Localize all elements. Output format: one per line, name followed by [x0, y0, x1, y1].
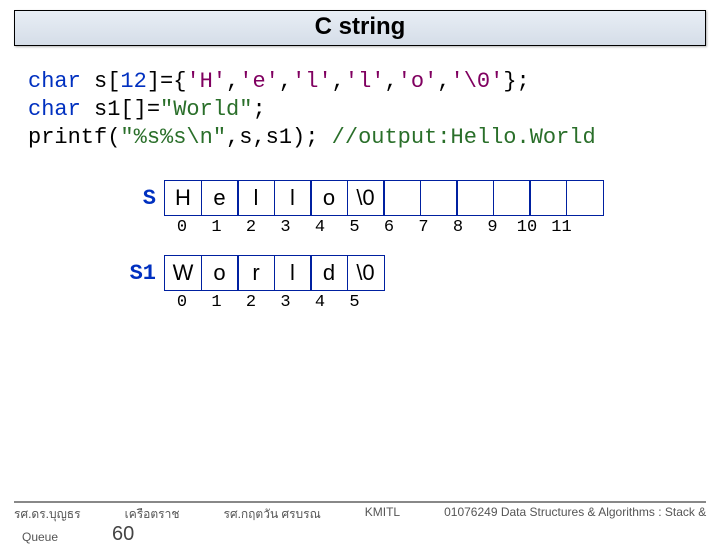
code-txt: ]={ — [147, 69, 187, 94]
array-index: 5 — [337, 218, 373, 237]
array-index: 9 — [475, 218, 511, 237]
array-s1-indices: 012345 — [164, 293, 720, 312]
code-txt: }; — [503, 69, 529, 94]
array-cell: e — [201, 180, 239, 216]
array-index: 8 — [440, 218, 476, 237]
array-cell: W — [164, 255, 202, 291]
code-str: "World" — [160, 97, 252, 122]
footer-a3: รศ.กฤตวัน ศรบรณ — [224, 505, 321, 524]
array-index: 11 — [544, 218, 580, 237]
array-s-cells: Hello\0 — [164, 180, 604, 216]
array-index: 3 — [268, 218, 304, 237]
array-diagrams: S Hello\0 01234567891011 S1 World\0 0123… — [120, 180, 720, 312]
array-cell — [566, 180, 604, 216]
array-index: 2 — [233, 293, 269, 312]
array-cell — [493, 180, 531, 216]
array-index: 3 — [268, 293, 304, 312]
array-index: 5 — [337, 293, 373, 312]
array-s-label: S — [120, 186, 156, 211]
array-s1-cells: World\0 — [164, 255, 385, 291]
array-cell — [420, 180, 458, 216]
footer-org: KMITL — [365, 505, 400, 524]
code-kw: char — [28, 97, 81, 122]
array-cell — [383, 180, 421, 216]
array-index: 7 — [406, 218, 442, 237]
array-s1-row: S1 World\0 — [120, 255, 720, 291]
array-index: 10 — [509, 218, 545, 237]
code-str: "%s%s\n" — [120, 125, 226, 150]
code-char: 'H' — [186, 69, 226, 94]
code-char: 'o' — [398, 69, 438, 94]
array-cell — [456, 180, 494, 216]
code-txt: , — [279, 69, 292, 94]
slide-footer: รศ.ดร.บุญธร เครือตราช รศ.กฤตวัน ศรบรณ KM… — [14, 501, 706, 524]
footer-course: 01076249 Data Structures & Algorithms : … — [444, 505, 706, 524]
code-txt: printf( — [28, 125, 120, 150]
array-s-indices: 01234567891011 — [164, 218, 720, 237]
array-index: 1 — [199, 293, 235, 312]
array-index: 2 — [233, 218, 269, 237]
code-txt: ; — [252, 97, 265, 122]
slide-title-bar: C string — [14, 10, 706, 46]
array-s-row: S Hello\0 — [120, 180, 720, 216]
array-s1-label: S1 — [120, 261, 156, 286]
code-char: '\0' — [451, 69, 504, 94]
code-txt: , — [332, 69, 345, 94]
array-index: 0 — [164, 293, 200, 312]
array-index: 6 — [371, 218, 407, 237]
code-txt: ,s,s1); — [226, 125, 332, 150]
array-cell: r — [237, 255, 275, 291]
code-char: 'l' — [292, 69, 332, 94]
code-char: 'e' — [239, 69, 279, 94]
page-number: 60 — [112, 523, 134, 546]
array-cell: \0 — [347, 255, 385, 291]
code-comment: //output:Hello.World — [332, 125, 596, 150]
array-cell: \0 — [347, 180, 385, 216]
array-cell: l — [274, 180, 312, 216]
array-cell: o — [201, 255, 239, 291]
code-txt: s[ — [81, 69, 121, 94]
array-cell — [529, 180, 567, 216]
code-txt: , — [437, 69, 450, 94]
code-block: char s[12]={'H','e','l','l','o','\0'}; c… — [28, 68, 706, 152]
footer-a2: เครือตราช — [125, 505, 180, 524]
code-txt: , — [226, 69, 239, 94]
array-index: 4 — [302, 218, 338, 237]
array-cell: l — [237, 180, 275, 216]
array-cell: d — [310, 255, 348, 291]
code-kw: char — [28, 69, 81, 94]
code-txt: s1[]= — [81, 97, 160, 122]
slide-title: C string — [315, 13, 406, 40]
code-num: 12 — [120, 69, 146, 94]
array-cell: H — [164, 180, 202, 216]
array-cell: l — [274, 255, 312, 291]
array-index: 1 — [199, 218, 235, 237]
code-txt: , — [384, 69, 397, 94]
array-cell: o — [310, 180, 348, 216]
array-index: 0 — [164, 218, 200, 237]
code-char: 'l' — [345, 69, 385, 94]
array-index: 4 — [302, 293, 338, 312]
footer-queue: Queue — [22, 530, 58, 544]
footer-author: รศ.ดร.บุญธร — [14, 505, 81, 524]
